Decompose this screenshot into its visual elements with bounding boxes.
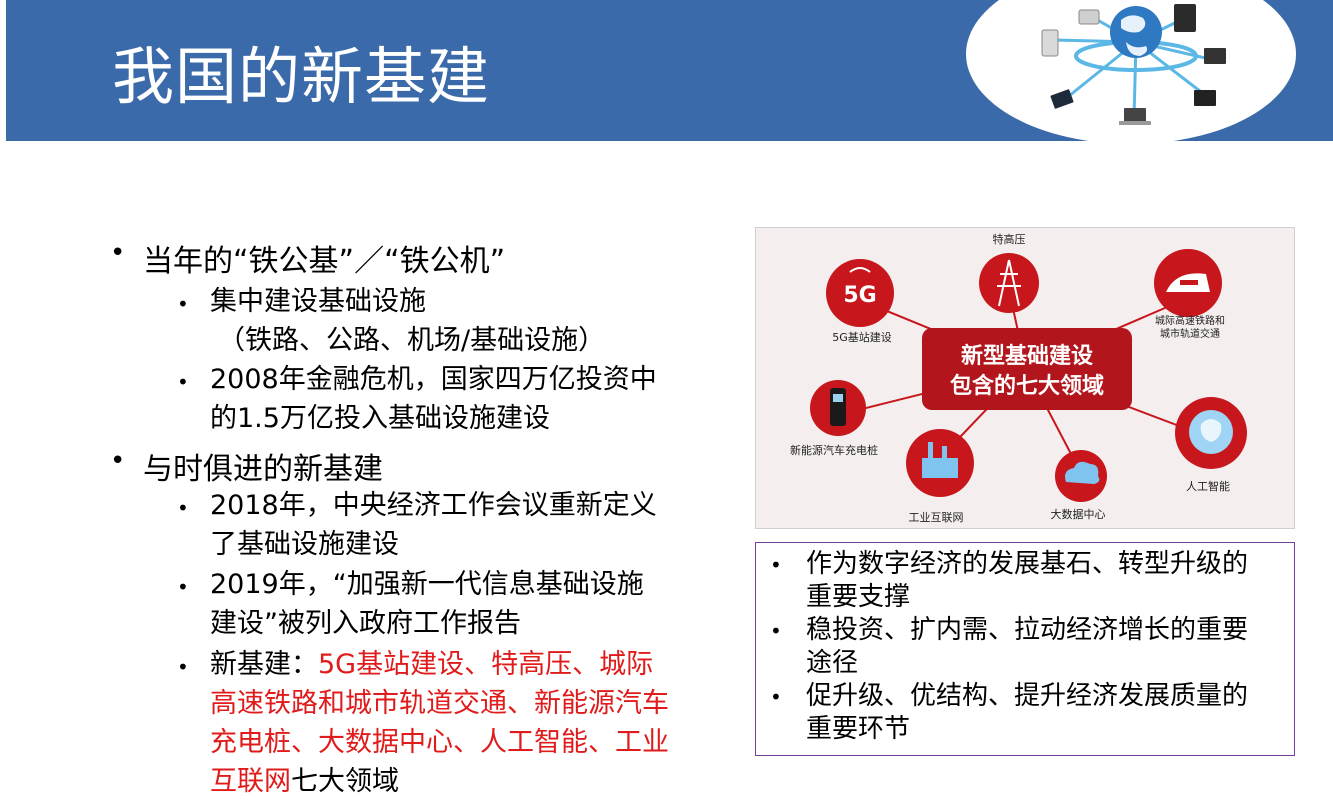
summary-item-line1: 促升级、优结构、提升经济发展质量的 <box>806 681 1249 711</box>
node-label: 特高压 <box>993 232 1026 246</box>
bullet-dot: • <box>177 370 189 394</box>
bullet-level2-continuation: 了基础设施建设 <box>210 529 399 560</box>
seven-areas-infographic: 新型基础建设 包含的七大领域 特高压 5G 5G基站建设 城际高速铁路和 城市轨… <box>755 227 1295 529</box>
bullet-dot: • <box>177 655 189 679</box>
node-big-data: 大数据中心 <box>1051 450 1107 521</box>
bullet-dot: • <box>177 575 189 599</box>
bullet-level2-continuation: 的1.5万亿投入基础设施建设 <box>210 403 550 434</box>
new-infra-highlight: 高速铁路和城市轨道交通、新能源汽车 <box>210 688 669 719</box>
new-infra-highlight: 充电桩、大数据中心、人工智能、工业 <box>210 727 669 758</box>
node-label: 工业互联网 <box>909 511 964 524</box>
node-industrial-internet: 工业互联网 <box>906 429 974 524</box>
node-railway: 城际高速铁路和 城市轨道交通 <box>1154 249 1225 340</box>
node-label: 城市轨道交通 <box>1160 327 1220 340</box>
infographic-graphic: 新型基础建设 包含的七大领域 特高压 5G 5G基站建设 城际高速铁路和 城市轨… <box>790 232 1247 524</box>
node-label: 新能源汽车充电桩 <box>790 443 878 457</box>
bullet-level2: 2008年金融危机，国家四万亿投资中 <box>210 364 657 395</box>
node-charging: 新能源汽车充电桩 <box>790 380 878 457</box>
node-label: 人工智能 <box>1186 479 1230 493</box>
node-label: 城际高速铁路和 <box>1155 314 1225 327</box>
bullet-level2-continuation: 建设”被列入政府工作报告 <box>210 608 521 639</box>
center-text-line1: 新型基础建设 <box>961 343 1093 369</box>
node-label: 大数据中心 <box>1051 507 1106 521</box>
bullet-dot: • <box>110 238 126 268</box>
charging-pile-icon <box>830 388 846 426</box>
summary-item-line1: 稳投资、扩内需、拉动经济增长的重要 <box>806 615 1249 645</box>
node-label: 5G基站建设 <box>832 330 892 344</box>
bullet-dot: • <box>177 292 189 316</box>
summary-item-line2: 途径 <box>806 648 859 678</box>
bullet-level2: 2019年，“加强新一代信息基础设施 <box>210 569 644 600</box>
bullet-level2: 集中建设基础设施 <box>210 286 426 317</box>
summary-item-line1: 作为数字经济的发展基石、转型升级的 <box>806 549 1249 579</box>
node-ai: 人工智能 <box>1175 397 1247 493</box>
summary-box: • 作为数字经济的发展基石、转型升级的 重要支撑 • 稳投资、扩内需、拉动经济增… <box>755 542 1295 756</box>
ai-head-icon <box>1189 410 1233 454</box>
bullet-dot: • <box>770 685 782 709</box>
center-text-line2: 包含的七大领域 <box>950 373 1104 399</box>
bullet-level2-new-infrastructure: 新基建：5G基站建设、特高压、城际 <box>210 645 653 684</box>
bullet-level2-continuation: （铁路、公路、机场/基础设施） <box>218 325 606 356</box>
bullet-dot: • <box>110 446 126 476</box>
svg-text:5G: 5G <box>843 283 876 308</box>
bullet-level2-continuation: 互联网七大领域 <box>210 762 399 801</box>
bullet-level1: 与时俱进的新基建 <box>143 452 383 487</box>
new-infra-prefix: 新基建： <box>210 649 318 680</box>
summary-item-line2: 重要支撑 <box>806 582 911 612</box>
bullet-dot: • <box>770 553 782 577</box>
bullet-dot: • <box>770 619 782 643</box>
new-infra-highlight: 5G基站建设、特高压、城际 <box>318 649 654 680</box>
bullet-dot: • <box>177 496 189 520</box>
summary-item-line2: 重要环节 <box>806 714 911 744</box>
node-5g: 5G 5G基站建设 <box>826 259 894 344</box>
bullet-level2: 2018年，中央经济工作会议重新定义 <box>210 490 657 521</box>
new-infra-suffix: 七大领域 <box>291 766 399 797</box>
new-infra-highlight: 互联网 <box>210 766 291 797</box>
bullet-level1: 当年的“铁公基”／“铁公机” <box>143 244 506 279</box>
node-uhv: 特高压 <box>979 232 1039 313</box>
